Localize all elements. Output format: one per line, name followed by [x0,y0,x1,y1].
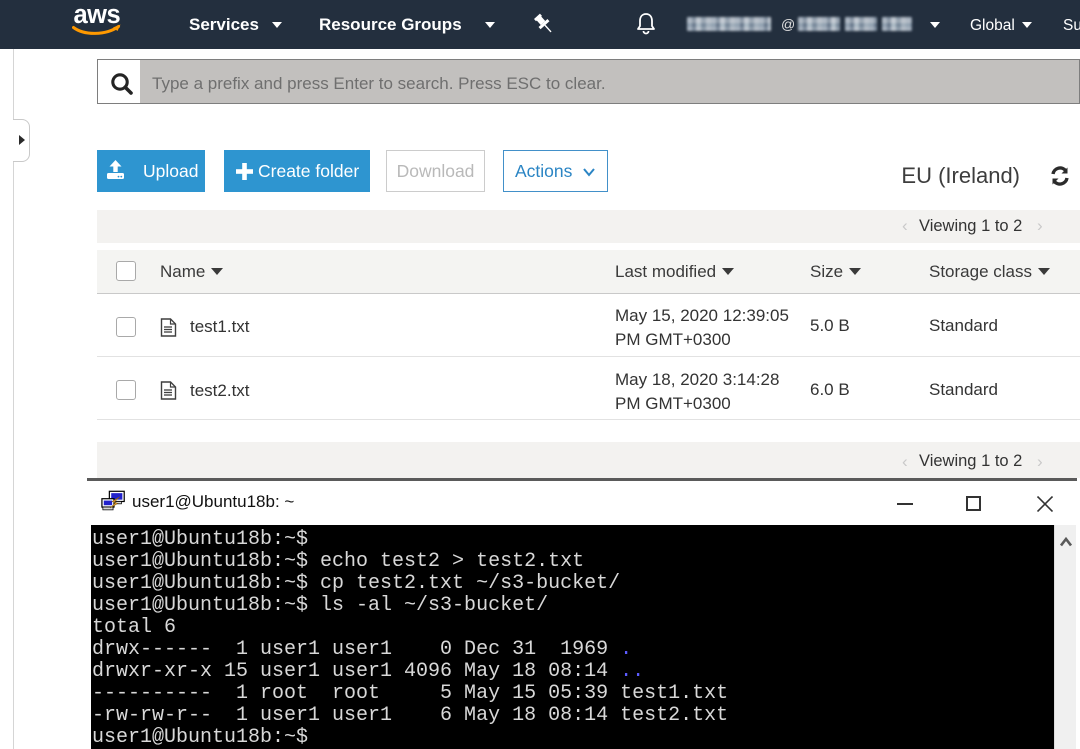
svg-text:aws: aws [74,1,121,29]
